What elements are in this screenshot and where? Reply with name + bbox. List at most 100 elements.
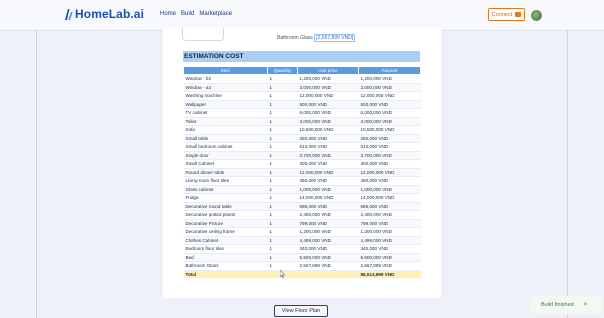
brand-name: HomeLab.ai — [75, 7, 145, 21]
previous-item-label: Bathroom Glass — [277, 35, 313, 41]
cell-unit-price: 10,500,000 VND — [297, 125, 359, 135]
cell-quantity: 1 — [267, 74, 298, 84]
cell-quantity: 1 — [267, 108, 298, 118]
cell-amount: 500,000 VND — [358, 100, 421, 109]
table-row: Wallpaper 1 500,000 VND 500,000 VND — [183, 100, 421, 109]
cell-item: Decorative potted plants — [183, 210, 268, 220]
connect-button[interactable]: Connect — [488, 8, 525, 21]
cell-unit-price: 698,000 VND — [297, 202, 359, 211]
cell-item: Window - b2 — [183, 74, 268, 84]
table-row: Glass cabinet 1 1,000,000 VND 1,000,000 VND — [183, 185, 421, 194]
right-divider — [567, 30, 568, 318]
cell-amount: 5,500,000 VND — [358, 253, 421, 262]
cell-quantity: 1 — [267, 244, 298, 254]
cell-quantity: 1 — [267, 176, 298, 186]
nav-marketplace[interactable]: Marketplace — [199, 11, 232, 17]
left-divider — [36, 30, 37, 318]
column-header-amount: Amount — [358, 66, 421, 75]
nav-home[interactable]: Home — [160, 11, 176, 17]
cell-quantity: 1 — [267, 210, 298, 220]
cell-item: Bedroom floor tiles — [183, 244, 268, 254]
total-amount: 88,513,899 VND — [358, 270, 421, 278]
cell-unit-price: 510,000 VND — [297, 142, 359, 152]
cell-unit-price: 3,000,000 VND — [297, 117, 359, 126]
cell-unit-price: 2,400,000 VND — [297, 210, 359, 220]
cell-quantity: 1 — [267, 202, 298, 211]
cell-item: Fridge — [183, 193, 268, 203]
close-icon[interactable]: × — [584, 302, 588, 308]
cell-quantity: 1 — [267, 168, 298, 177]
cell-quantity: 1 — [267, 261, 298, 271]
mouse-cursor-icon — [280, 270, 285, 278]
cell-quantity: 1 — [267, 185, 298, 194]
cell-amount: 12,000,000 VND — [358, 168, 421, 177]
column-header-unit-price: Unit price — [297, 66, 359, 75]
main-nav: Home Build Marketplace — [160, 11, 232, 17]
cell-unit-price: 6,000,000 VND — [297, 108, 359, 118]
cell-unit-price: 3,700,000 VND — [297, 151, 359, 160]
cell-item: Window - a2 — [183, 83, 268, 92]
build-finished-toast: Build finished × — [531, 296, 603, 314]
cell-unit-price: 799,000 VND — [297, 219, 359, 228]
cell-unit-price: 1,000,000 VND — [297, 185, 359, 194]
cell-amount: 510,000 VND — [358, 142, 421, 152]
cell-quantity: 1 — [267, 253, 298, 262]
cell-item: Decorative round table — [183, 202, 268, 211]
cell-unit-price: 250,000 VND — [297, 134, 359, 143]
cell-quantity: 1 — [267, 219, 298, 228]
cell-amount: 300,000 VND — [358, 159, 421, 169]
table-row: Round dinner table 1 12,000,000 VND 12,000,… — [183, 168, 421, 177]
top-navigation-bar: HomeLab.ai Home Build Marketplace Connec… — [0, 0, 604, 31]
cell-quantity: 1 — [267, 236, 298, 245]
avatar[interactable] — [531, 10, 542, 21]
cell-item: Wallpaper — [183, 100, 268, 109]
cell-quantity: 1 — [267, 151, 298, 160]
table-row: Toilet 1 3,000,000 VND 3,000,000 VND — [183, 117, 421, 126]
cell-amount: 1,000,000 VND — [358, 185, 421, 194]
cell-unit-price: 2,567,899 VND — [297, 261, 359, 271]
cell-amount: 3,000,000 VND — [358, 83, 421, 92]
view-floor-plan-button[interactable]: View Floor Plan — [274, 305, 328, 317]
cell-item: Decorative ceiling frame — [183, 227, 268, 237]
cell-quantity: 1 — [267, 117, 298, 126]
total-label: Total — [183, 270, 268, 278]
cell-unit-price: 450,000 VND — [297, 176, 359, 186]
table-row: Small Cabinet 1 300,000 VND 300,000 VND — [183, 159, 421, 169]
estimation-table: Item Quantity Unit price Amount Window -… — [183, 66, 421, 278]
nav-build[interactable]: Build — [181, 11, 194, 17]
table-row: Window - b2 1 1,200,000 VND 1,200,000 VND — [183, 74, 421, 84]
cell-quantity: 1 — [267, 134, 298, 143]
cell-item: Single door — [183, 151, 268, 160]
estimation-cost-title: ESTIMATION COST — [183, 51, 420, 62]
table-row: Decorative Picture 1 799,000 VND 799,000 VN… — [183, 219, 421, 228]
cell-item: Living room floor tiles — [183, 176, 268, 186]
cell-amount: 12,000,000 VND — [358, 91, 421, 101]
cell-unit-price: 4,499,000 VND — [297, 236, 359, 245]
table-row: Bed 1 5,500,000 VND 5,500,000 VND — [183, 253, 421, 262]
cell-unit-price: 300,000 VND — [297, 159, 359, 169]
connect-label: Connect — [491, 11, 513, 18]
cell-unit-price: 3,000,000 VND — [297, 83, 359, 92]
table-row: TV cabinet 1 6,000,000 VND 6,000,000 VND — [183, 108, 421, 118]
table-row: Washing machine 1 12,000,000 VND 12,000,000… — [183, 91, 421, 101]
cell-item: Decorative Picture — [183, 219, 268, 228]
cell-amount: 450,000 VND — [358, 176, 421, 186]
table-row: Sofa 1 10,500,000 VND 10,500,000 VND — [183, 125, 421, 135]
cell-quantity: 1 — [267, 142, 298, 152]
cell-item: Small Cabinet — [183, 159, 268, 169]
cell-amount: 3,000,000 VND — [358, 117, 421, 126]
table-row: Small bedroom cabinet 1 510,000 VND 510,000… — [183, 142, 421, 152]
cell-unit-price: 340,000 VND — [297, 244, 359, 254]
cell-item: Small bedroom cabinet — [183, 142, 268, 152]
cell-amount: 250,000 VND — [358, 134, 421, 143]
cell-unit-price: 500,000 VND — [297, 100, 359, 109]
cell-unit-price: 1,200,000 VND — [297, 227, 359, 237]
logo[interactable]: HomeLab.ai — [64, 7, 144, 21]
cell-quantity: 1 — [267, 227, 298, 237]
cell-amount: 799,000 VND — [358, 219, 421, 228]
toast-message: Build finished — [541, 302, 574, 308]
cell-amount: 1,200,000 VND — [358, 227, 421, 237]
cell-quantity: 1 — [267, 91, 298, 101]
previous-item-value: [2,567,899 VND] — [314, 34, 356, 42]
table-header-row: Item Quantity Unit price Amount — [183, 66, 421, 75]
